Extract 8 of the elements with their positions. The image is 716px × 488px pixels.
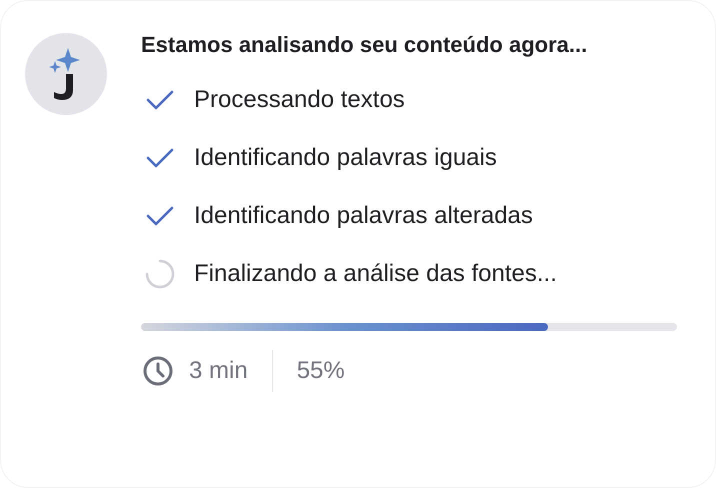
step-label: Identificando palavras alteradas <box>194 201 533 231</box>
step-label: Identificando palavras iguais <box>194 143 497 173</box>
time-estimate: 3 min <box>189 356 248 386</box>
status-title: Estamos analisando seu conteúdo agora... <box>141 31 588 59</box>
progress-percent: 55% <box>296 356 345 386</box>
step-label: Processando textos <box>194 85 405 115</box>
clock-icon <box>143 356 173 386</box>
step-label: Finalizando a análise das fontes... <box>194 259 557 289</box>
